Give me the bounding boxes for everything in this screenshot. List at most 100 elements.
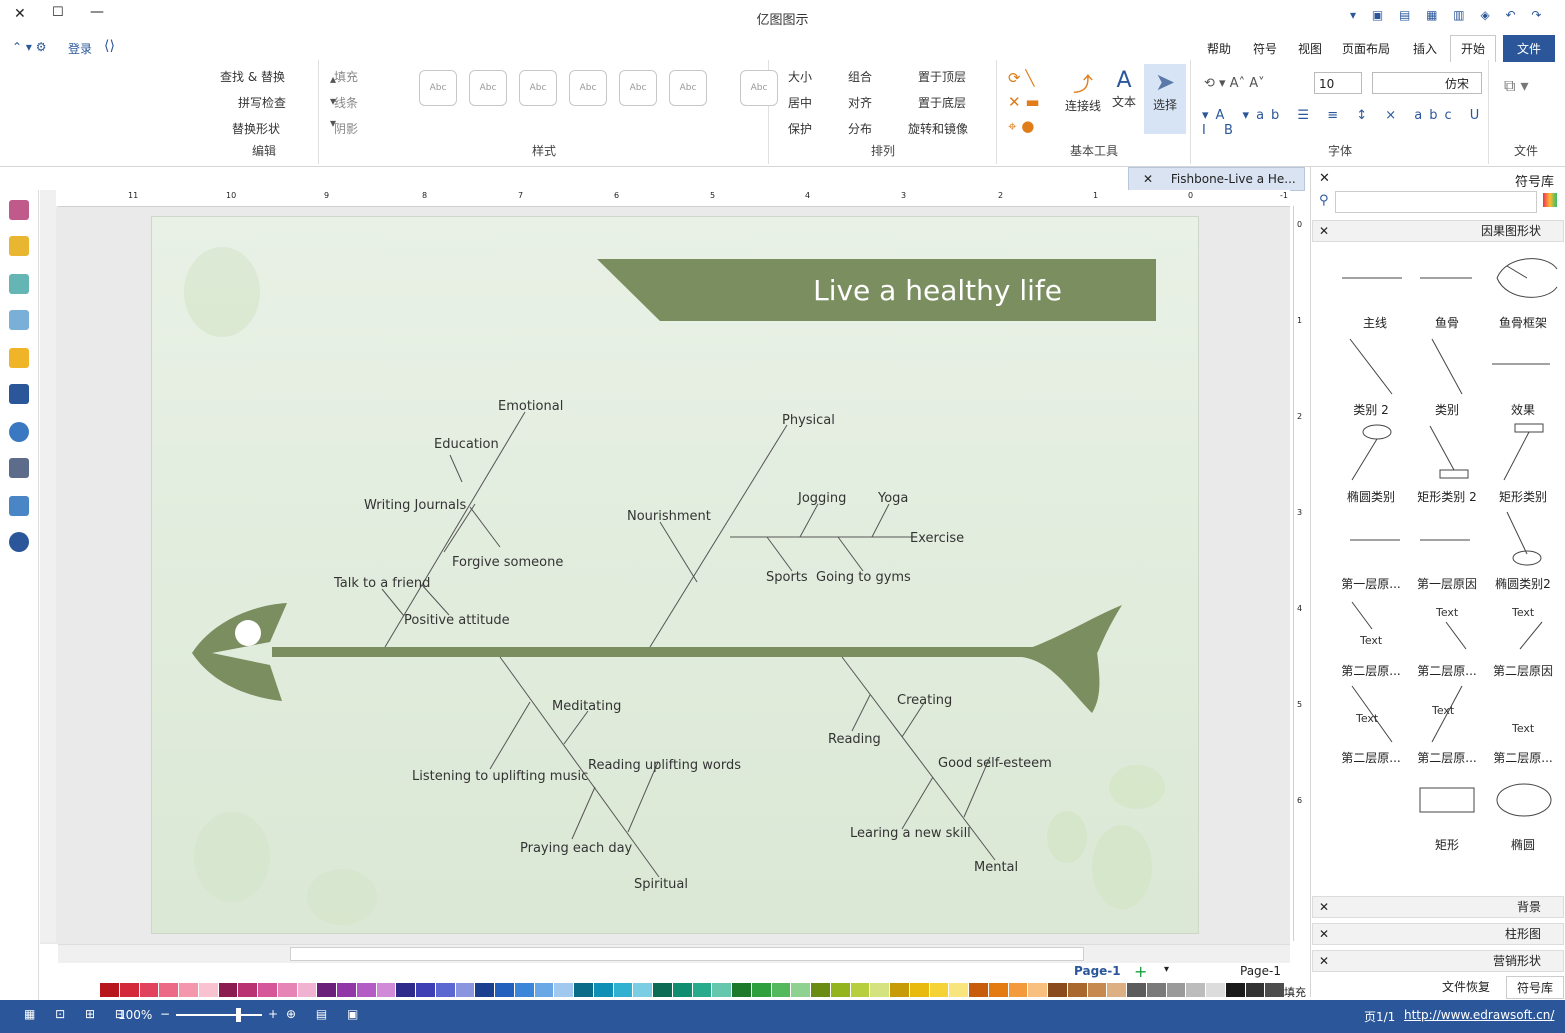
comment-icon[interactable] — [9, 496, 29, 516]
style-swatch-4[interactable]: Abc — [569, 70, 607, 106]
color-swatch[interactable] — [238, 983, 258, 997]
label-physical[interactable]: Physical — [782, 413, 835, 428]
current-page-tab[interactable]: Page-1 — [1240, 964, 1281, 978]
second-level-cause-2-shape[interactable] — [1445, 621, 1467, 650]
color-swatch[interactable] — [317, 983, 337, 997]
color-swatch[interactable] — [811, 983, 831, 997]
color-swatch[interactable] — [396, 983, 416, 997]
spell-check-button[interactable]: 拼写检查 — [238, 94, 286, 111]
layers-icon[interactable] — [9, 348, 29, 368]
color-swatch[interactable] — [672, 983, 693, 997]
color-swatch[interactable] — [198, 983, 219, 997]
rect-category-2-shape[interactable] — [1439, 469, 1469, 479]
category-header-marketing[interactable]: ✕ 营销形状 — [1312, 950, 1564, 972]
format-painter-icon[interactable] — [9, 200, 29, 220]
ellipse-shape[interactable] — [1496, 783, 1552, 817]
collapse-category-icon[interactable]: ✕ — [1319, 927, 1329, 941]
help-icon[interactable] — [9, 532, 29, 552]
attachment-icon[interactable] — [9, 458, 29, 478]
rect-category-shape[interactable] — [1514, 423, 1544, 433]
label-nourishment[interactable]: Nourishment — [627, 509, 711, 524]
login-link[interactable]: 登录 — [68, 40, 92, 57]
label-reading-uplifting-words[interactable]: Reading uplifting words — [588, 758, 741, 773]
tab-file[interactable]: 文件 — [1503, 35, 1556, 62]
color-swatch[interactable] — [119, 983, 140, 997]
color-swatch[interactable] — [1107, 983, 1127, 997]
color-swatch[interactable] — [218, 983, 239, 997]
color-swatch[interactable] — [1146, 983, 1167, 997]
find-replace-button[interactable]: 查找 & 替换 — [220, 68, 285, 85]
minimize-icon[interactable]: — — [90, 4, 104, 20]
align-button[interactable]: 对齐 — [848, 94, 872, 111]
fishbone-frame-shape[interactable] — [1496, 258, 1558, 298]
color-swatch[interactable] — [613, 983, 634, 997]
collapse-category-icon[interactable]: ✕ — [1319, 900, 1329, 914]
horizontal-scroll-thumb[interactable] — [290, 947, 1084, 961]
status-url[interactable]: http://www.edrawsoft.cn/ — [1404, 1008, 1554, 1022]
label-reading[interactable]: Reading — [828, 732, 881, 747]
color-swatch[interactable] — [653, 983, 673, 997]
label-learing-a-new-skill[interactable]: Learing a new skill — [850, 826, 971, 841]
category-header-background[interactable]: ✕ 背景 — [1312, 896, 1564, 918]
category-2-shape[interactable] — [1349, 338, 1393, 395]
symbol-search-input[interactable] — [1335, 191, 1537, 213]
tab-home[interactable]: 开始 — [1450, 35, 1497, 62]
color-swatch[interactable] — [435, 983, 456, 997]
maximize-icon[interactable]: ☐ — [52, 5, 64, 20]
label-spiritual[interactable]: Spiritual — [634, 877, 688, 892]
font-size-select[interactable]: 10 — [1314, 72, 1362, 94]
label-good-self-esteem[interactable]: Good self-esteem — [938, 756, 1052, 771]
category-header-bar-chart[interactable]: ✕ 柱形图 — [1312, 923, 1564, 945]
color-swatch[interactable] — [100, 983, 120, 997]
color-swatch[interactable] — [593, 983, 614, 997]
distribute-button[interactable]: 分布 — [848, 120, 872, 137]
color-palette[interactable] — [100, 983, 1285, 997]
add-page-icon[interactable]: + — [1134, 962, 1147, 981]
color-swatch[interactable] — [1028, 983, 1048, 997]
zoom-out-icon[interactable]: − — [160, 1007, 170, 1021]
ellipse-category-shape[interactable] — [1362, 424, 1392, 440]
color-swatch[interactable] — [514, 983, 535, 997]
search-icon[interactable]: ⚲ — [1319, 193, 1329, 208]
style-swatch-2[interactable]: Abc — [469, 70, 507, 106]
tab-page-layout[interactable]: 页面布局 — [1342, 40, 1390, 57]
color-swatch[interactable] — [1206, 983, 1226, 997]
color-swatch[interactable] — [1087, 983, 1108, 997]
label-mental[interactable]: Mental — [974, 860, 1018, 875]
center-button[interactable]: 居中 — [788, 94, 812, 111]
color-swatch[interactable] — [1166, 983, 1187, 997]
color-swatch[interactable] — [495, 983, 515, 997]
close-panel-icon[interactable]: ✕ — [1319, 171, 1330, 186]
color-swatch[interactable] — [1048, 983, 1068, 997]
tab-view[interactable]: 视图 — [1298, 40, 1322, 57]
color-swatch[interactable] — [1265, 983, 1285, 997]
style-swatch-6[interactable]: Abc — [669, 70, 707, 106]
horizontal-scrollbar[interactable] — [58, 944, 1290, 963]
label-education[interactable]: Education — [434, 437, 499, 452]
collapse-category-icon[interactable]: ✕ — [1319, 954, 1329, 968]
label-meditating[interactable]: Meditating — [552, 699, 621, 714]
vertical-scrollbar[interactable] — [40, 190, 56, 942]
color-swatch[interactable] — [139, 983, 160, 997]
page-list-dropdown-icon[interactable]: ▾ — [1164, 964, 1169, 975]
color-swatch[interactable] — [475, 983, 495, 997]
color-swatch[interactable] — [554, 983, 574, 997]
style-swatch-7[interactable]: Abc — [740, 70, 778, 106]
color-swatch[interactable] — [1067, 983, 1088, 997]
label-writing-journals[interactable]: Writing Journals — [364, 498, 467, 513]
replace-shape-button[interactable]: 替换形状 — [232, 120, 280, 137]
color-swatch[interactable] — [771, 983, 792, 997]
color-swatch[interactable] — [1008, 983, 1029, 997]
label-positive-attitude[interactable]: Positive attitude — [404, 613, 510, 628]
style-swatch-3[interactable]: Abc — [519, 70, 557, 106]
color-swatch[interactable] — [909, 983, 930, 997]
color-swatch[interactable] — [179, 983, 199, 997]
image-icon[interactable] — [9, 310, 29, 330]
second-level-cause-shape[interactable] — [1519, 621, 1543, 650]
tab-insert[interactable]: 插入 — [1413, 40, 1437, 57]
style-swatch-1[interactable]: Abc — [419, 70, 457, 106]
bring-to-front-button[interactable]: 置于顶层 — [918, 68, 966, 85]
font-name-select[interactable]: 仿宋 — [1372, 72, 1482, 94]
color-swatch[interactable] — [890, 983, 910, 997]
page-tab[interactable]: Page-1 — [1074, 964, 1121, 978]
